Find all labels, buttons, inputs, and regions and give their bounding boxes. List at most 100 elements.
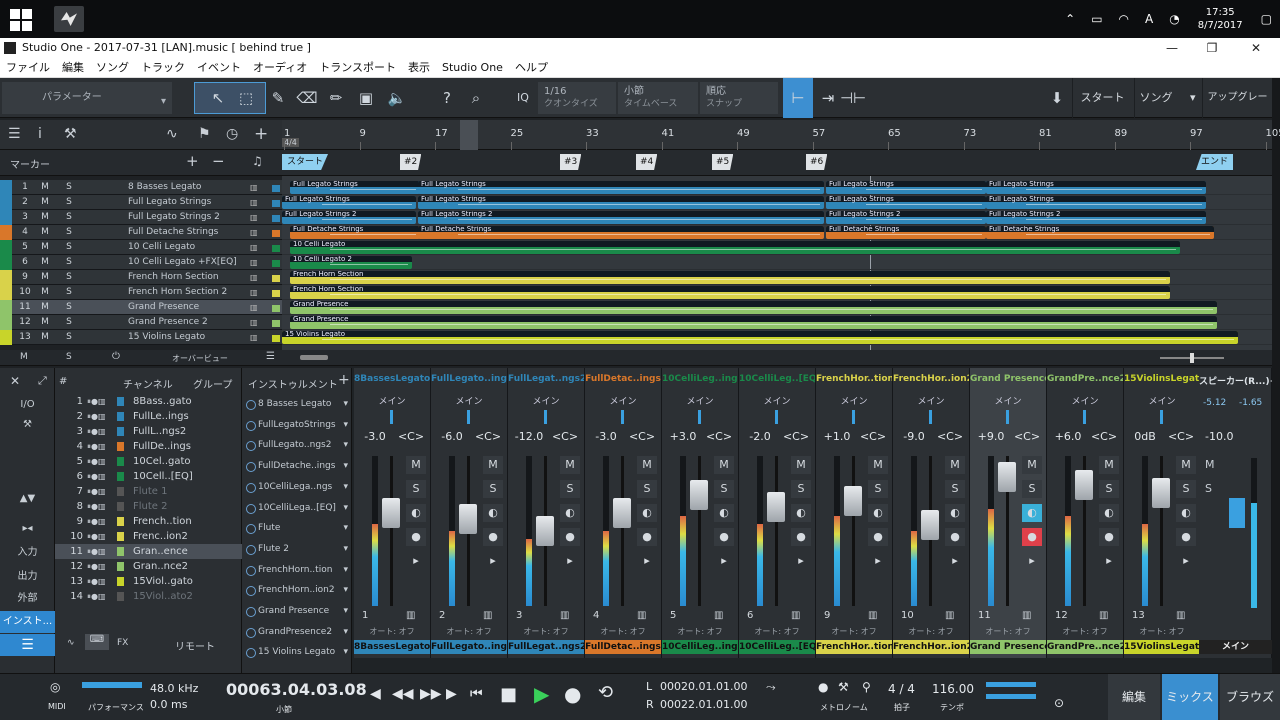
- wrench-icon[interactable]: ⚒: [64, 126, 77, 142]
- list-view-icon[interactable]: ☰: [0, 634, 55, 656]
- list-icon[interactable]: ☰: [266, 351, 275, 362]
- strip-name[interactable]: 10CelliLeg..[EQ]: [739, 374, 815, 384]
- track-mute[interactable]: M: [38, 315, 52, 330]
- wifi-icon[interactable]: ◠: [1119, 12, 1129, 26]
- volume-knob-icon[interactable]: ⊙: [1054, 696, 1064, 710]
- main-fader-cap[interactable]: [1229, 498, 1245, 528]
- strip-output[interactable]: メイン: [508, 394, 584, 407]
- snap-left-icon[interactable]: ⊢: [783, 78, 813, 118]
- dropdown-arrow-icon[interactable]: ▾: [343, 435, 348, 455]
- strip-solo-button[interactable]: S: [1099, 480, 1119, 498]
- channel-list-item[interactable]: 6 ⏸●▥ 10Cell..[EQ]: [55, 469, 242, 484]
- keyboard-icon[interactable]: ⌨: [85, 634, 109, 650]
- piano-icon[interactable]: ▥: [250, 240, 258, 255]
- play-small-icon[interactable]: ▸: [637, 552, 657, 570]
- play-small-icon[interactable]: ▸: [406, 552, 426, 570]
- strip-output[interactable]: メイン: [816, 394, 892, 407]
- track-name[interactable]: Full Legato Strings: [128, 195, 211, 210]
- track-row[interactable]: 13 M S 15 Violins Legato ▥: [0, 330, 282, 345]
- piano-icon[interactable]: ▥: [250, 195, 258, 210]
- channel-list-item[interactable]: 14 ⏸●▥ 15Viol..ato2: [55, 589, 242, 604]
- rewind-to-start-icon[interactable]: ◀: [370, 686, 381, 702]
- channel-list-item[interactable]: 9 ⏸●▥ French..tion: [55, 514, 242, 529]
- strip-mute-button[interactable]: M: [714, 456, 734, 474]
- piano-icon[interactable]: ▥: [406, 610, 415, 621]
- record-arm-icon[interactable]: ●: [945, 528, 965, 546]
- strip-mute-button[interactable]: M: [560, 456, 580, 474]
- play-small-icon[interactable]: ▸: [791, 552, 811, 570]
- strip-name[interactable]: 8BassesLegato: [354, 374, 430, 384]
- piano-icon[interactable]: ▥: [250, 180, 258, 195]
- strip-volume[interactable]: -9.0: [899, 430, 929, 443]
- track-color-swatch[interactable]: [272, 200, 280, 207]
- strip-pan-indicator[interactable]: [852, 410, 855, 424]
- strip-output[interactable]: メイン: [431, 394, 507, 407]
- menu-edit[interactable]: 編集: [62, 58, 84, 77]
- channel-visibility-icon[interactable]: ⏸●▥: [87, 454, 106, 469]
- taskbar-clock[interactable]: 17:35 8/7/2017: [1198, 6, 1243, 32]
- strip-automation[interactable]: オート: オフ: [585, 626, 661, 637]
- download-icon[interactable]: ⬇: [1044, 84, 1070, 112]
- monitor-icon[interactable]: ◐: [714, 504, 734, 522]
- dropdown-arrow-icon[interactable]: ▾: [343, 560, 348, 580]
- marker-3[interactable]: #3: [560, 154, 582, 170]
- marker-6[interactable]: #6: [806, 154, 828, 170]
- channel-visibility-icon[interactable]: ⏸●▥: [87, 424, 106, 439]
- track-color-swatch[interactable]: [272, 335, 280, 342]
- monitor-icon[interactable]: ◐: [791, 504, 811, 522]
- event-clip[interactable]: Full Legato Strings: [418, 181, 824, 194]
- channel-visibility-icon[interactable]: ⏸●▥: [87, 394, 106, 409]
- track-mute[interactable]: M: [38, 240, 52, 255]
- record-arm-icon[interactable]: ●: [560, 528, 580, 546]
- main-mute[interactable]: M: [1205, 458, 1215, 471]
- strip-pan[interactable]: <C>: [1166, 430, 1196, 443]
- track-color-swatch[interactable]: [272, 275, 280, 282]
- dropdown-arrow-icon[interactable]: ▾: [343, 642, 348, 662]
- menu-studio-one[interactable]: Studio One: [442, 58, 503, 77]
- snap-select[interactable]: 順応 スナップ: [700, 82, 778, 114]
- strip-output[interactable]: メイン: [662, 394, 738, 407]
- horizontal-scroll-thumb[interactable]: [300, 355, 328, 360]
- forward-icon[interactable]: ▶▶: [420, 686, 442, 702]
- track-row[interactable]: 3 M S Full Legato Strings 2 ▥: [0, 210, 282, 225]
- track-color-swatch[interactable]: [272, 230, 280, 237]
- track-name[interactable]: 8 Basses Legato: [128, 180, 201, 195]
- strip-name[interactable]: 15ViolinsLegato: [1124, 374, 1200, 384]
- monitor-icon[interactable]: ◐: [868, 504, 888, 522]
- record-arm-icon[interactable]: ●: [1176, 528, 1196, 546]
- vertical-scrollbar[interactable]: [1272, 78, 1280, 678]
- strip-mute-button[interactable]: M: [1176, 456, 1196, 474]
- channel-visibility-icon[interactable]: ⏸●▥: [87, 409, 106, 424]
- strip-name[interactable]: FrenchHor..tion: [816, 374, 892, 384]
- track-name[interactable]: 10 Celli Legato +FX[EQ]: [128, 255, 237, 270]
- event-clip[interactable]: Full Legato Strings: [986, 181, 1206, 194]
- menu-track[interactable]: トラック: [141, 58, 185, 77]
- strip-pan-indicator[interactable]: [621, 410, 624, 424]
- event-clip[interactable]: Grand Presence: [290, 316, 1217, 329]
- notification-icon[interactable]: ▢: [1261, 12, 1272, 26]
- piano-icon[interactable]: ▥: [250, 285, 258, 300]
- strip-mute-button[interactable]: M: [868, 456, 888, 474]
- play-small-icon[interactable]: ▸: [1176, 552, 1196, 570]
- track-name[interactable]: French Horn Section 2: [128, 285, 227, 300]
- strip-volume[interactable]: -12.0: [514, 430, 544, 443]
- timer-icon[interactable]: ◷: [226, 126, 238, 142]
- external-button[interactable]: 外部: [0, 588, 55, 610]
- strip-automation[interactable]: オート: オフ: [970, 626, 1046, 637]
- piano-icon[interactable]: ▥: [250, 300, 258, 315]
- strip-mute-button[interactable]: M: [945, 456, 965, 474]
- event-clip[interactable]: Full Legato Strings 2: [826, 211, 986, 224]
- track-solo[interactable]: S: [62, 195, 76, 210]
- strip-pan-indicator[interactable]: [1006, 410, 1009, 424]
- track-name[interactable]: 15 Violins Legato: [128, 330, 205, 345]
- arrange-lane[interactable]: French Horn Section: [282, 270, 1272, 285]
- dropdown-arrow-icon[interactable]: ▾: [343, 456, 348, 476]
- monitor-icon[interactable]: ◐: [945, 504, 965, 522]
- main-solo[interactable]: S: [1205, 482, 1212, 495]
- strip-output[interactable]: メイン: [354, 394, 430, 407]
- strip-mute-button[interactable]: M: [1099, 456, 1119, 474]
- monitor-icon[interactable]: ◐: [1176, 504, 1196, 522]
- menu-view[interactable]: 表示: [408, 58, 430, 77]
- channel-list-item[interactable]: 10 ⏸●▥ Frenc..ion2: [55, 529, 242, 544]
- strip-mute-button[interactable]: M: [1022, 456, 1042, 474]
